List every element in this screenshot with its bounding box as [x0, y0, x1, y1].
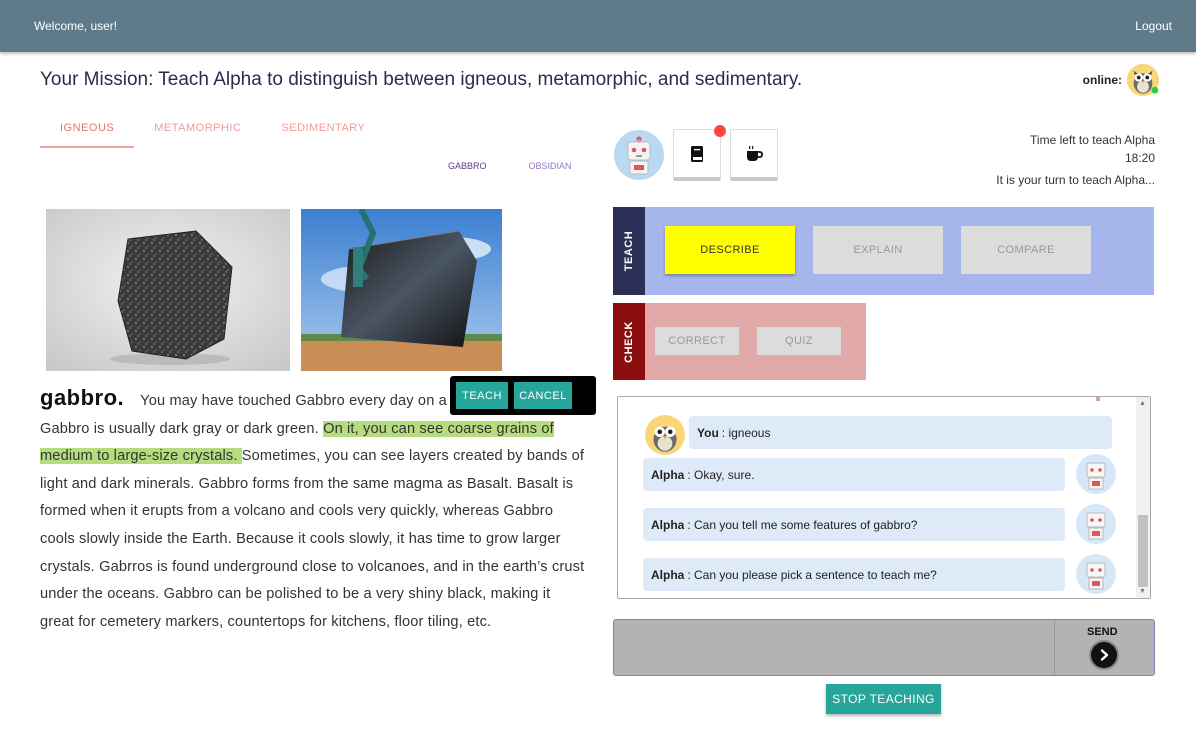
teach-button[interactable]: TEACH	[456, 382, 508, 409]
tab-igneous[interactable]: IGNEOUS	[40, 116, 135, 148]
partial-avatar	[1096, 397, 1100, 401]
rock-passage: gabbro. You may have touched Gabbro every…	[40, 384, 588, 636]
subtab-gabbro[interactable]: GABBRO	[448, 161, 487, 171]
scroll-down-icon[interactable]: ▼	[1139, 588, 1146, 595]
passage-text-after[interactable]: Sometimes, you can see layers created by…	[40, 448, 584, 630]
mission-title: Your Mission: Teach Alpha to distinguish…	[40, 69, 803, 90]
selection-popup: TEACH CANCEL	[450, 376, 596, 415]
robot-avatar-icon	[1076, 554, 1116, 594]
send-area: SEND	[1054, 620, 1154, 675]
welcome-text: Welcome, user!	[34, 19, 118, 33]
message-text: : igneous	[721, 425, 771, 440]
speaker-name: Alpha	[651, 467, 685, 482]
message-text: : Can you tell me some features of gabbr…	[687, 517, 918, 532]
owl-avatar-icon	[645, 415, 685, 455]
rock-type-tabs: IGNEOUS METAMORPHIC SEDIMENTARY	[40, 116, 385, 148]
rock-subtabs: GABBRO OBSIDIAN	[448, 161, 572, 171]
chat-message-user: You: igneous	[689, 416, 1112, 449]
teach-panel-label: TEACH	[613, 207, 645, 295]
correct-button[interactable]: CORRECT	[655, 327, 739, 355]
subtab-obsidian[interactable]: OBSIDIAN	[529, 161, 572, 171]
book-button[interactable]	[673, 125, 726, 181]
top-bar: Welcome, user! Logout	[0, 0, 1196, 52]
send-button[interactable]	[1091, 642, 1117, 668]
logout-link[interactable]: Logout	[1135, 19, 1172, 33]
time-left-label: Time left to teach Alpha	[1030, 133, 1155, 147]
alpha-robot-avatar-icon	[614, 130, 664, 180]
scroll-thumb[interactable]	[1138, 515, 1148, 587]
chat-scrollbar[interactable]: ▲ ▼	[1136, 397, 1150, 598]
compare-button[interactable]: COMPARE	[961, 226, 1091, 274]
time-left-value: 18:20	[1124, 151, 1155, 165]
passage-title: gabbro.	[40, 385, 125, 410]
quiz-button[interactable]: QUIZ	[757, 327, 841, 355]
book-icon	[691, 145, 703, 162]
describe-button[interactable]: DESCRIBE	[665, 226, 795, 274]
stop-teaching-button[interactable]: STOP TEACHING	[826, 684, 941, 714]
owl-avatar-icon	[1126, 63, 1160, 97]
tab-sedimentary[interactable]: SEDIMENTARY	[261, 116, 385, 148]
coffee-button[interactable]	[730, 129, 778, 181]
cancel-button[interactable]: CANCEL	[514, 382, 572, 409]
gabbro-rock-image	[46, 209, 290, 371]
teaching-status: Time left to teach Alpha 18:20 It is you…	[996, 131, 1155, 189]
message-input-area[interactable]: SEND	[613, 619, 1155, 676]
robot-avatar-icon	[1076, 504, 1116, 544]
online-status: online:	[1083, 63, 1160, 97]
chat-message-alpha: Alpha: Can you tell me some features of …	[643, 508, 1065, 541]
chat-log[interactable]: You: igneous Alpha: Okay, sure. Alpha: C…	[617, 396, 1151, 599]
explain-button[interactable]: EXPLAIN	[813, 226, 943, 274]
robot-avatar-icon	[1076, 454, 1116, 494]
chat-message-alpha: Alpha: Can you please pick a sentence to…	[643, 558, 1065, 591]
notification-dot	[714, 125, 726, 137]
chat-message-alpha: Alpha: Okay, sure.	[643, 458, 1065, 491]
gabbro-monument-image	[301, 209, 502, 371]
turn-status: It is your turn to teach Alpha...	[996, 173, 1155, 187]
speaker-name: You	[697, 425, 719, 440]
send-label: SEND	[1087, 626, 1118, 638]
message-text: : Okay, sure.	[687, 467, 755, 482]
check-panel-label: CHECK	[613, 303, 645, 380]
chevron-right-icon	[1100, 649, 1109, 661]
online-label: online:	[1082, 73, 1122, 87]
speaker-name: Alpha	[651, 517, 685, 532]
tab-metamorphic[interactable]: METAMORPHIC	[134, 116, 261, 148]
speaker-name: Alpha	[651, 567, 685, 582]
message-text: : Can you please pick a sentence to teac…	[687, 567, 937, 582]
coffee-icon	[747, 145, 763, 161]
scroll-up-icon[interactable]: ▲	[1139, 400, 1146, 407]
